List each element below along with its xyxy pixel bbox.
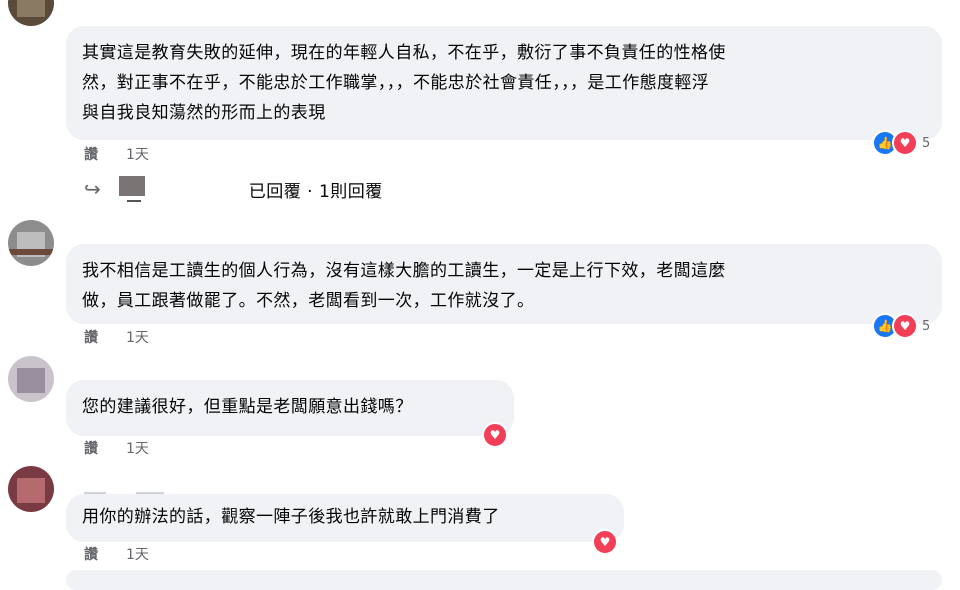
timestamp[interactable]: 1天 <box>126 330 149 346</box>
love-icon: ♥ <box>892 313 918 339</box>
like-button[interactable]: 讚 <box>84 547 98 563</box>
reaction-summary[interactable]: ♥ <box>592 529 618 555</box>
like-button[interactable]: 讚 <box>84 330 98 346</box>
like-button[interactable]: 讚 <box>84 147 98 163</box>
comment-bubble-partial <box>66 570 942 590</box>
view-replies[interactable]: ↪ 已回覆 · 1則回覆 <box>84 176 383 202</box>
love-icon: ♥ <box>482 422 508 448</box>
comment-actions: 讚 1天 <box>84 438 149 458</box>
reaction-count: 5 <box>922 135 931 151</box>
comment-text-line: 然，對正事不在乎，不能忠於工作職掌，，，不能忠於社會責任，，，是工作態度輕浮 <box>82 73 710 93</box>
reply-arrow-icon: ↪ <box>84 177 101 201</box>
avatar[interactable] <box>8 466 54 512</box>
comment-text-line: 用你的辦法的話，觀察一陣子後我也許就敢上門消費了 <box>82 507 500 527</box>
avatar[interactable] <box>8 0 54 26</box>
avatar[interactable] <box>8 356 54 402</box>
love-icon: ♥ <box>892 130 918 156</box>
like-button[interactable]: 讚 <box>84 441 98 457</box>
comment-actions: 讚 1天 <box>84 327 149 347</box>
reaction-count: 5 <box>922 318 931 334</box>
reply-summary[interactable]: 已回覆 · 1則回覆 <box>249 177 383 202</box>
comment-text-line: 您的建議很好，但重點是老闆願意出錢嗎？ <box>82 397 413 417</box>
comment-text-line: 做，員工跟著做罷了。不然，老闆看到一次，工作就沒了。 <box>82 291 535 311</box>
avatar[interactable] <box>8 220 54 266</box>
comment-actions: 讚 1天 <box>84 144 149 164</box>
reaction-summary[interactable]: 👍 ♥ 5 <box>872 130 930 156</box>
reaction-summary[interactable]: ♥ <box>482 422 508 448</box>
comment-bubble: 您的建議很好，但重點是老闆願意出錢嗎？ <box>66 380 514 436</box>
comment-bubble: 其實這是教育失敗的延伸，現在的年輕人自私，不在乎，敷衍了事不負責任的性格使 然，… <box>66 26 942 140</box>
comment-text-line: 與自我良知蕩然的形而上的表現 <box>82 103 326 123</box>
comment-text-line: 其實這是教育失敗的延伸，現在的年輕人自私，不在乎，敷衍了事不負責任的性格使 <box>82 43 726 63</box>
comment-actions: 讚 1天 <box>84 544 149 564</box>
love-icon: ♥ <box>592 529 618 555</box>
reply-avatar <box>118 176 145 202</box>
reaction-summary[interactable]: 👍 ♥ 5 <box>872 313 930 339</box>
comment-bubble: 我不相信是工讀生的個人行為，沒有這樣大膽的工讀生，一定是上行下效，老闆這麼 做，… <box>66 244 942 324</box>
timestamp[interactable]: 1天 <box>126 147 149 163</box>
comment-bubble: 用你的辦法的話，觀察一陣子後我也許就敢上門消費了 <box>66 494 624 542</box>
timestamp[interactable]: 1天 <box>126 547 149 563</box>
comment-text-line: 我不相信是工讀生的個人行為，沒有這樣大膽的工讀生，一定是上行下效，老闆這麼 <box>82 261 726 281</box>
timestamp[interactable]: 1天 <box>126 441 149 457</box>
